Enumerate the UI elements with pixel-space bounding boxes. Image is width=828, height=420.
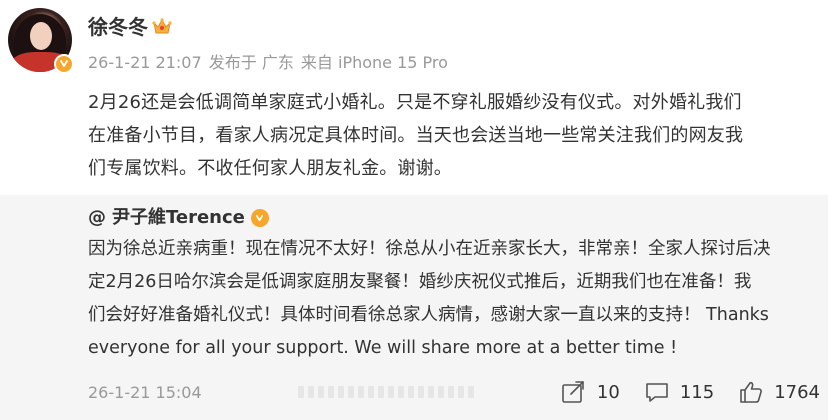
verified-badge-icon (250, 209, 269, 227)
post-text-line: 在准备小节目，看家人病况定具体时间。当天也会送当地一些常关注我们的网友我 (88, 125, 744, 146)
image-thumbnail-strip (297, 386, 474, 398)
repost-text-line: 因为徐总近亲病重！现在情况不太好！徐总从小在近亲家长大，非常亲！全家人探讨后决 (88, 239, 771, 259)
repost-text-line: 们会好好准备婚礼仪式！具体时间看徐总家人病情，感谢大家一直以来的支持！ Than… (88, 305, 769, 325)
post-text-line: 们专属饮料。不收任何家人朋友礼金。谢谢。 (88, 158, 452, 179)
comment-count: 115 (679, 381, 715, 403)
post-time[interactable]: 26-1-21 21:07 (88, 53, 202, 72)
repost-author[interactable]: @ 尹子維Terence (88, 205, 269, 231)
post-location: 发布于 广东 (208, 53, 294, 72)
like-button[interactable]: 1764 (738, 380, 820, 404)
author-name[interactable]: 徐冬冬 (88, 14, 148, 40)
thumbs-up-icon (740, 381, 763, 403)
repost-count: 10 (596, 381, 620, 403)
post-text-line: 2月26还是会低调简单家庭式小婚礼。只是不穿礼服婚纱没有仪式。对外婚礼我们 (88, 92, 742, 113)
action-bar: 10 115 1764 (561, 380, 820, 404)
repost-author-name[interactable]: 尹子維Terence (112, 205, 245, 231)
comment-icon (646, 383, 668, 402)
verified-badge-icon (54, 54, 74, 74)
repost-author-at: @ (88, 207, 106, 228)
post-meta: 26-1-21 21:07 发布于 广东 来自 iPhone 15 Pro (88, 52, 450, 74)
post-source: 来自 iPhone 15 Pro (300, 53, 448, 72)
post-text: 2月26还是会低调简单家庭式小婚礼。只是不穿礼服婚纱没有仪式。对外婚礼我们 在准… (88, 86, 816, 185)
comment-button[interactable]: 115 (644, 380, 714, 404)
repost-footer: 26-1-21 15:04 10 115 1764 (88, 377, 820, 407)
share-icon (562, 381, 584, 403)
like-count: 1764 (774, 381, 820, 403)
repost-text-line: everyone for all your support. We will s… (88, 338, 678, 358)
avatar[interactable] (8, 8, 74, 74)
repost-card[interactable]: @ 尹子維Terence 因为徐总近亲病重！现在情况不太好！徐总从小在近亲家长大… (0, 195, 828, 420)
repost-button[interactable]: 10 (561, 380, 620, 404)
crown-icon (151, 17, 173, 37)
repost-text-line: 定2月26日哈尔滨会是低调家庭朋友聚餐！婚纱庆祝仪式推后，近期我们也在准备！我 (88, 272, 752, 292)
repost-text: 因为徐总近亲病重！现在情况不太好！徐总从小在近亲家长大，非常亲！全家人探讨后决 … (88, 233, 818, 365)
repost-time[interactable]: 26-1-21 15:04 (88, 383, 202, 402)
